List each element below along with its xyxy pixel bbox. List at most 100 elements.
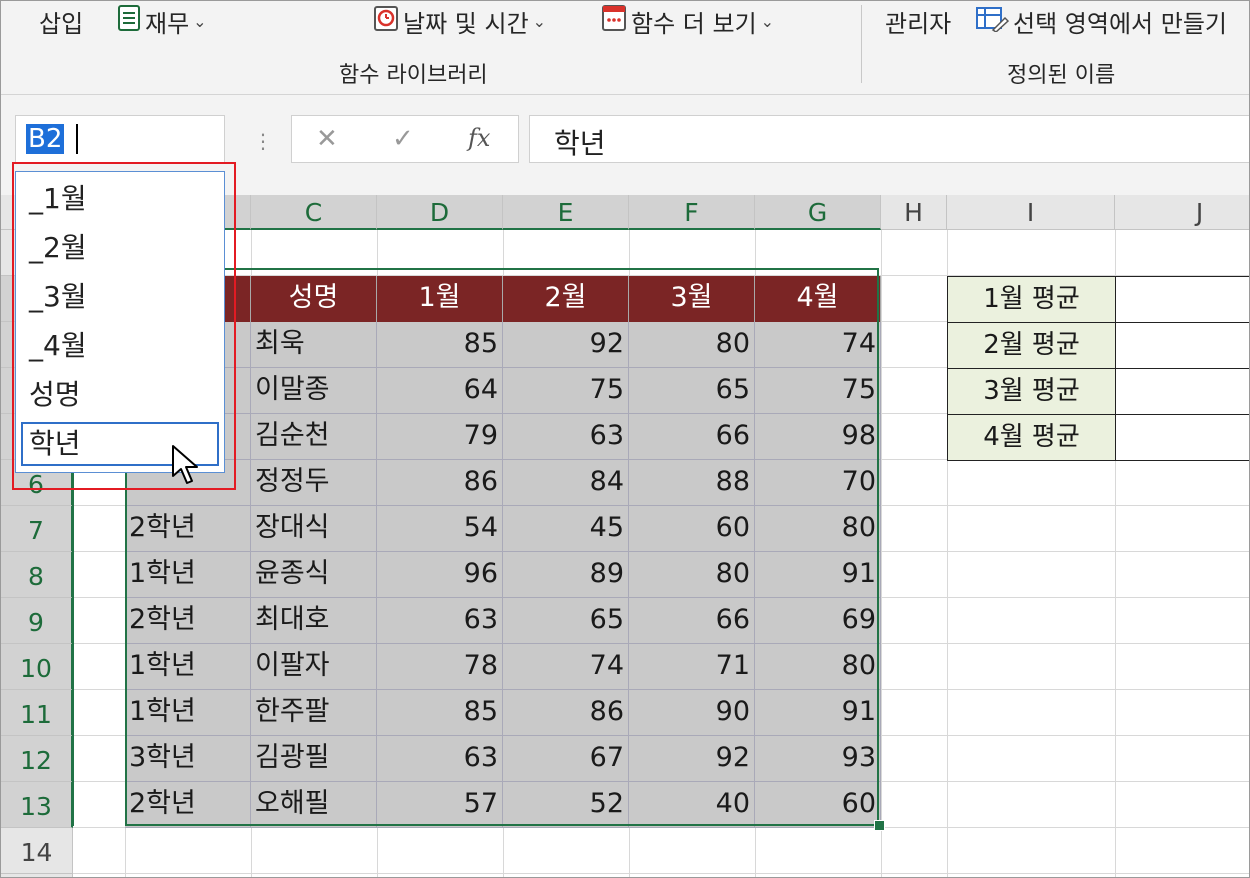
row-header-8[interactable]: 8 <box>1 552 73 598</box>
row-header-12[interactable]: 12 <box>1 736 73 782</box>
table-cell[interactable]: 이팔자 <box>251 644 377 690</box>
table-cell[interactable]: 96 <box>377 552 503 598</box>
datetime-button[interactable]: 날짜 및 시간 ⌄ <box>373 5 546 38</box>
column-header-j[interactable]: J <box>1115 195 1249 230</box>
table-cell[interactable]: 90 <box>629 690 755 736</box>
table-cell[interactable]: 최대호 <box>251 598 377 644</box>
average-label[interactable]: 3월 평균 <box>947 368 1116 415</box>
table-cell[interactable]: 45 <box>503 506 629 552</box>
table-cell[interactable]: 80 <box>629 322 755 368</box>
insert-function-fx-icon[interactable]: fx <box>468 124 490 152</box>
table-cell[interactable]: 89 <box>503 552 629 598</box>
column-header-i[interactable]: I <box>947 195 1115 230</box>
column-header-d[interactable]: D <box>377 195 503 230</box>
column-header-e[interactable]: E <box>503 195 629 230</box>
dropdown-item[interactable]: _4월 <box>21 324 219 368</box>
table-cell[interactable]: 2학년 <box>125 506 251 552</box>
table-cell[interactable]: 40 <box>629 782 755 828</box>
table-cell[interactable]: 80 <box>755 506 881 552</box>
table-cell[interactable]: 75 <box>755 368 881 414</box>
average-value[interactable] <box>1115 414 1249 461</box>
table-cell[interactable]: 63 <box>503 414 629 460</box>
formula-input[interactable]: 학년 <box>529 115 1249 163</box>
table-cell[interactable]: 92 <box>629 736 755 782</box>
table-cell[interactable]: 69 <box>755 598 881 644</box>
table-cell[interactable]: 60 <box>629 506 755 552</box>
table-cell[interactable]: 64 <box>377 368 503 414</box>
table-cell[interactable]: 정정두 <box>251 460 377 506</box>
row-header-15[interactable]: 15 <box>1 874 73 877</box>
table-cell[interactable]: 3학년 <box>125 736 251 782</box>
table-cell[interactable]: 63 <box>377 598 503 644</box>
row-header-7[interactable]: 7 <box>1 506 73 552</box>
average-label[interactable]: 4월 평균 <box>947 414 1116 461</box>
table-cell[interactable]: 86 <box>377 460 503 506</box>
table-cell[interactable]: 91 <box>755 552 881 598</box>
table-cell[interactable]: 2학년 <box>125 782 251 828</box>
average-label[interactable]: 2월 평균 <box>947 322 1116 369</box>
name-box[interactable]: B2 <box>15 115 225 163</box>
table-cell[interactable]: 91 <box>755 690 881 736</box>
name-manager-button[interactable]: 관리자 <box>885 5 951 38</box>
average-value[interactable] <box>1115 368 1249 415</box>
column-header-h[interactable]: H <box>881 195 947 230</box>
table-cell[interactable]: 66 <box>629 414 755 460</box>
column-header-f[interactable]: F <box>629 195 755 230</box>
table-cell[interactable]: 74 <box>755 322 881 368</box>
cancel-icon[interactable]: ✕ <box>316 124 338 154</box>
dropdown-item[interactable]: _1월 <box>21 177 219 221</box>
table-cell[interactable]: 1학년 <box>125 690 251 736</box>
dropdown-item[interactable]: _2월 <box>21 226 219 270</box>
enter-check-icon[interactable]: ✓ <box>392 124 414 154</box>
table-cell[interactable]: 78 <box>377 644 503 690</box>
table-cell[interactable]: 71 <box>629 644 755 690</box>
financial-button[interactable]: 재무 ⌄ <box>117 5 207 38</box>
table-cell[interactable]: 65 <box>629 368 755 414</box>
average-value[interactable] <box>1115 322 1249 369</box>
table-cell[interactable]: 85 <box>377 322 503 368</box>
table-cell[interactable]: 60 <box>755 782 881 828</box>
table-cell[interactable]: 이말종 <box>251 368 377 414</box>
dropdown-item[interactable]: 성명 <box>21 373 219 417</box>
row-header-13[interactable]: 13 <box>1 782 73 828</box>
table-cell[interactable]: 1학년 <box>125 552 251 598</box>
table-cell[interactable]: 80 <box>629 552 755 598</box>
row-header-11[interactable]: 11 <box>1 690 73 736</box>
table-cell[interactable]: 63 <box>377 736 503 782</box>
table-cell[interactable]: 65 <box>503 598 629 644</box>
create-from-selection-button[interactable]: 선택 영역에서 만들기 <box>975 5 1227 38</box>
average-value[interactable] <box>1115 276 1249 323</box>
table-cell[interactable]: 88 <box>629 460 755 506</box>
table-cell[interactable]: 98 <box>755 414 881 460</box>
fill-handle[interactable] <box>874 820 885 831</box>
dropdown-item[interactable]: _3월 <box>21 275 219 319</box>
table-cell[interactable]: 80 <box>755 644 881 690</box>
column-header-c[interactable]: C <box>251 195 377 230</box>
table-cell[interactable]: 윤종식 <box>251 552 377 598</box>
table-cell[interactable]: 79 <box>377 414 503 460</box>
column-header-g[interactable]: G <box>755 195 881 230</box>
table-cell[interactable]: 52 <box>503 782 629 828</box>
table-cell[interactable]: 74 <box>503 644 629 690</box>
row-header-9[interactable]: 9 <box>1 598 73 644</box>
table-cell[interactable]: 93 <box>755 736 881 782</box>
row-header-14[interactable]: 14 <box>1 828 73 874</box>
table-cell[interactable]: 김광필 <box>251 736 377 782</box>
table-cell[interactable]: 한주팔 <box>251 690 377 736</box>
more-functions-button[interactable]: 함수 더 보기 ⌄ <box>601 5 774 38</box>
table-cell[interactable]: 김순천 <box>251 414 377 460</box>
table-cell[interactable]: 84 <box>503 460 629 506</box>
insert-function-button[interactable]: 삽입 <box>39 5 83 38</box>
average-label[interactable]: 1월 평균 <box>947 276 1116 323</box>
table-cell[interactable]: 92 <box>503 322 629 368</box>
table-cell[interactable]: 1학년 <box>125 644 251 690</box>
table-cell[interactable]: 57 <box>377 782 503 828</box>
table-cell[interactable]: 54 <box>377 506 503 552</box>
table-cell[interactable]: 66 <box>629 598 755 644</box>
table-cell[interactable]: 85 <box>377 690 503 736</box>
row-header-10[interactable]: 10 <box>1 644 73 690</box>
table-cell[interactable]: 75 <box>503 368 629 414</box>
table-cell[interactable]: 2학년 <box>125 598 251 644</box>
resize-handle-icon[interactable]: ⋮ <box>253 129 273 153</box>
table-cell[interactable]: 86 <box>503 690 629 736</box>
